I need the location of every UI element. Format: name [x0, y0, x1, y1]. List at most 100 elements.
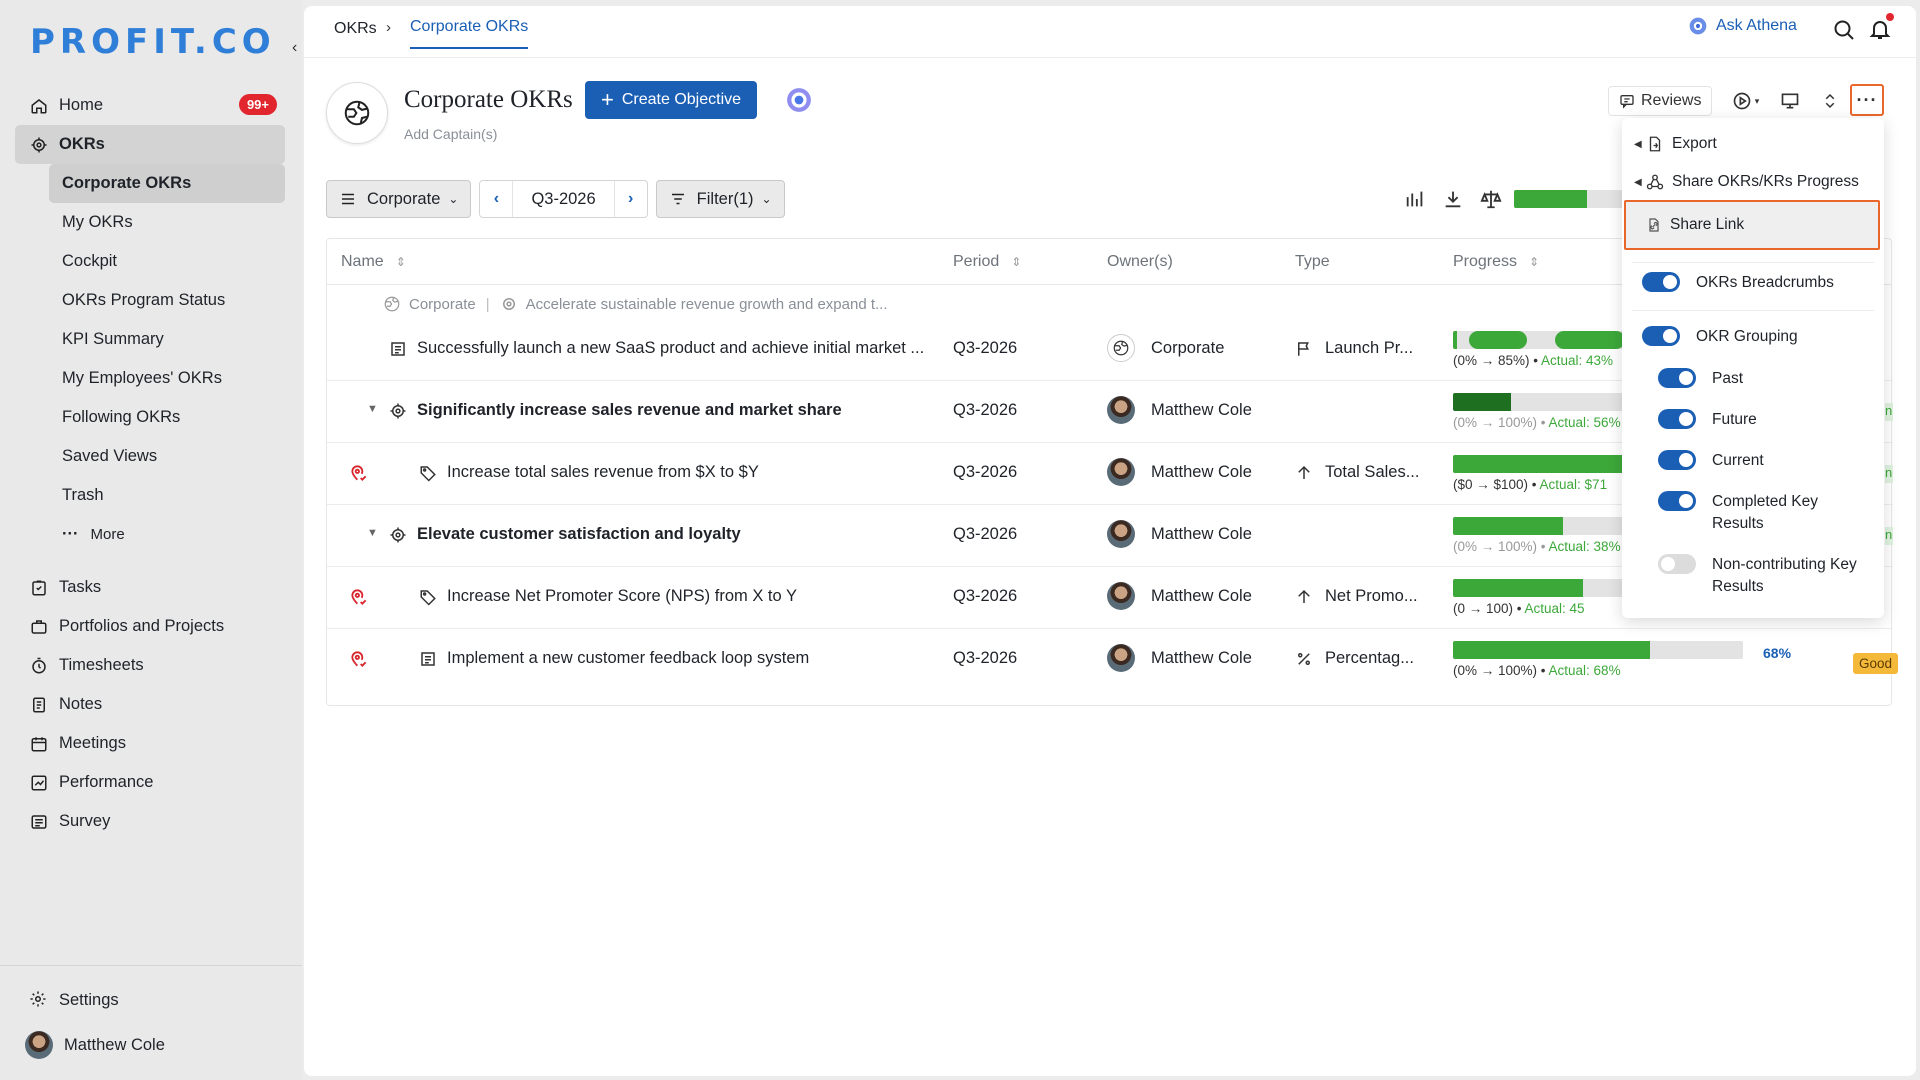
nav-corporate-okrs[interactable]: Corporate OKRs — [49, 164, 285, 203]
nav-home[interactable]: Home 99+ — [15, 86, 285, 125]
period-value[interactable]: Q3-2026 — [512, 181, 615, 217]
nav-more[interactable]: ··· More — [49, 515, 285, 554]
expand-caret-icon[interactable]: ▼ — [367, 527, 378, 539]
share-network-icon — [1646, 174, 1664, 190]
gear-icon — [29, 990, 49, 1010]
nav-survey[interactable]: Survey — [15, 802, 285, 841]
nav-portfolios-projects[interactable]: Portfolios and Projects — [15, 607, 285, 646]
col-period[interactable]: Period ⇕ — [953, 253, 1021, 271]
nav-performance[interactable]: Performance — [15, 763, 285, 802]
row-owner[interactable]: Matthew Cole — [1107, 396, 1252, 424]
nav-my-okrs[interactable]: My OKRs — [49, 203, 285, 242]
menu-share-progress[interactable]: ◀ Share OKRs/KRs Progress — [1622, 168, 1884, 196]
download-icon[interactable] — [1442, 188, 1464, 210]
row-owner-name: Matthew Cole — [1151, 586, 1252, 605]
expand-collapse-icon[interactable] — [1818, 89, 1842, 113]
toggle-label: Current — [1712, 452, 1764, 469]
next-period-button[interactable]: › — [615, 181, 647, 217]
user-profile[interactable]: Matthew Cole — [0, 1024, 302, 1066]
nav-tasks[interactable]: Tasks — [15, 568, 285, 607]
row-name[interactable]: Increase total sales revenue from $X to … — [419, 463, 759, 482]
nav-okrs-program-status[interactable]: OKRs Program Status — [49, 281, 285, 320]
toggle-completed-key-results[interactable]: Completed Key Results — [1658, 491, 1872, 535]
row-period: Q3-2026 — [953, 401, 1018, 419]
row-name[interactable]: Implement a new customer feedback loop s… — [419, 649, 809, 668]
nav-timesheets[interactable]: Timesheets — [15, 646, 285, 685]
toggle-current[interactable]: Current — [1658, 450, 1872, 472]
reviews-button[interactable]: Reviews — [1608, 86, 1713, 116]
status-badge: Good — [1853, 653, 1899, 674]
menu-export[interactable]: ◀ Export — [1622, 130, 1884, 158]
prev-period-button[interactable]: ‹ — [480, 181, 512, 217]
breadcrumb-level[interactable]: Corporate — [409, 296, 476, 313]
create-objective-button[interactable]: + Create Objective — [585, 81, 758, 119]
filter-dropdown[interactable]: Filter(1) ⌄ — [655, 180, 785, 218]
more-options-button[interactable]: ··· — [1850, 84, 1884, 116]
nav-settings[interactable]: Settings — [0, 984, 302, 1016]
map-pin-check-icon[interactable] — [349, 463, 369, 483]
row-name[interactable]: Increase Net Promoter Score (NPS) from X… — [419, 587, 797, 606]
toggle-switch[interactable] — [1658, 491, 1696, 511]
breadcrumb-objective[interactable]: Accelerate sustainable revenue growth an… — [526, 296, 888, 313]
toggle-okr-grouping[interactable]: OKR Grouping — [1642, 326, 1856, 348]
toggle-switch[interactable] — [1658, 409, 1696, 429]
row-owner[interactable]: Matthew Cole — [1107, 644, 1252, 672]
toggle-switch[interactable] — [1658, 368, 1696, 388]
row-owner[interactable]: Matthew Cole — [1107, 520, 1252, 548]
menu-share-link[interactable]: Share Link — [1624, 200, 1880, 250]
col-name[interactable]: Name ⇕ — [341, 253, 406, 271]
row-progress: (0% → 100%) • Actual: 68% — [1453, 641, 1743, 678]
ask-athena-button[interactable]: Ask Athena — [1688, 16, 1797, 36]
ai-assistant-icon[interactable] — [786, 87, 812, 113]
search-icon[interactable] — [1832, 18, 1856, 42]
view-tools — [1404, 188, 1518, 210]
breadcrumb-current[interactable]: Corporate OKRs — [410, 18, 529, 49]
nav-notes[interactable]: Notes — [15, 685, 285, 724]
present-board-icon[interactable] — [1778, 89, 1802, 113]
nav-saved-views[interactable]: Saved Views — [49, 437, 285, 476]
row-name[interactable]: Successfully launch a new SaaS product a… — [389, 339, 924, 358]
scope-dropdown[interactable]: Corporate ⌄ — [326, 180, 472, 218]
chevron-left-icon: ◀ — [1634, 138, 1642, 150]
toggle-non-contributing-key-results[interactable]: Non-contributing Key Results — [1658, 554, 1872, 598]
breadcrumb-okrs[interactable]: OKRs — [334, 20, 377, 38]
nav-okrs[interactable]: OKRs — [15, 125, 285, 164]
toggle-switch[interactable] — [1658, 450, 1696, 470]
nav-meetings[interactable]: Meetings — [15, 724, 285, 763]
profit-co-logo[interactable]: PROFIT.CO — [30, 22, 276, 62]
header-toolbar: Reviews ▾ — [1608, 86, 1842, 116]
map-pin-check-icon[interactable] — [349, 649, 369, 669]
table-row[interactable]: Implement a new customer feedback loop s… — [327, 629, 1899, 691]
toggle-okrs-breadcrumbs[interactable]: OKRs Breadcrumbs — [1642, 272, 1856, 294]
expand-caret-icon[interactable]: ▼ — [367, 403, 378, 415]
nav-trash[interactable]: Trash — [49, 476, 285, 515]
col-progress[interactable]: Progress ⇕ — [1453, 253, 1539, 271]
menu-icon — [342, 193, 354, 205]
row-owner[interactable]: Corporate — [1107, 334, 1224, 362]
toggle-switch[interactable] — [1642, 326, 1680, 346]
menu-export-label: Export — [1672, 135, 1717, 152]
toggle-past[interactable]: Past — [1658, 368, 1872, 390]
top-bar: OKRs › Corporate OKRs Ask Athena — [304, 6, 1916, 58]
nav-cockpit[interactable]: Cockpit — [49, 242, 285, 281]
nav-more-label: More — [90, 526, 125, 543]
analytics-icon[interactable] — [1404, 188, 1426, 210]
progress-fill — [1453, 579, 1583, 597]
play-presentation-icon[interactable]: ▾ — [1728, 89, 1762, 113]
scale-balance-icon[interactable] — [1480, 188, 1502, 210]
map-pin-check-icon[interactable] — [349, 587, 369, 607]
nav-following-okrs[interactable]: Following OKRs — [49, 398, 285, 437]
avatar — [1107, 644, 1135, 672]
menu-divider — [1632, 310, 1874, 311]
row-name[interactable]: Significantly increase sales revenue and… — [389, 401, 842, 420]
nav-my-employees-okrs[interactable]: My Employees' OKRs — [49, 359, 285, 398]
nav-kpi-summary[interactable]: KPI Summary — [49, 320, 285, 359]
toggle-switch[interactable] — [1658, 554, 1696, 574]
toggle-switch[interactable] — [1642, 272, 1680, 292]
row-type: Percentag... — [1295, 649, 1414, 668]
row-name[interactable]: Elevate customer satisfaction and loyalt… — [389, 525, 741, 544]
row-owner[interactable]: Matthew Cole — [1107, 458, 1252, 486]
row-owner[interactable]: Matthew Cole — [1107, 582, 1252, 610]
add-captains-link[interactable]: Add Captain(s) — [404, 126, 497, 142]
toggle-future[interactable]: Future — [1658, 409, 1872, 431]
